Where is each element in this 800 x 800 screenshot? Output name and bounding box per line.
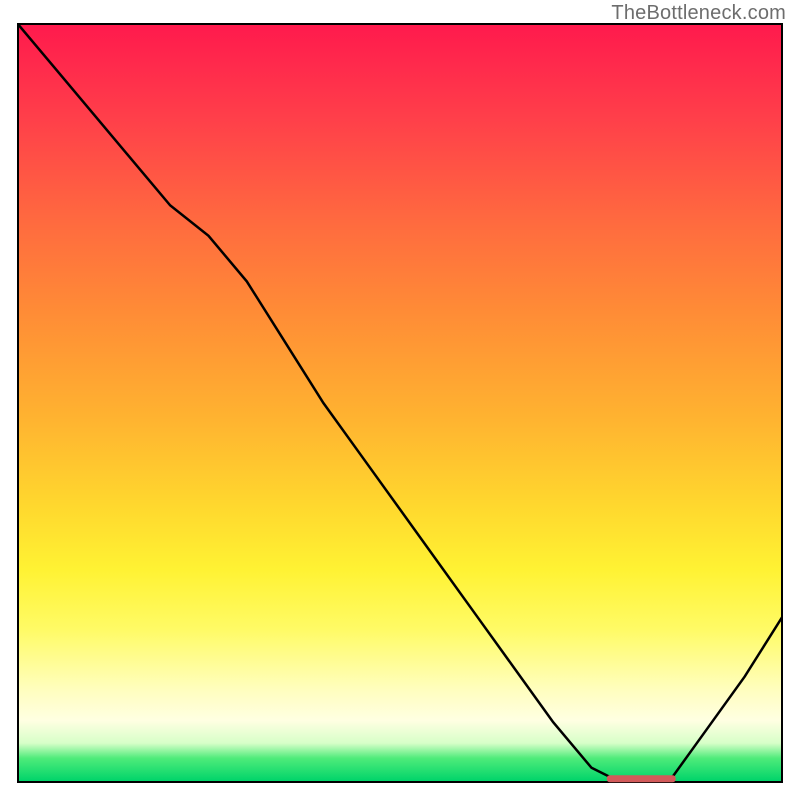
chart-container: TheBottleneck.com <box>0 0 800 800</box>
watermark-text: TheBottleneck.com <box>611 2 786 25</box>
plot-area <box>17 23 783 783</box>
